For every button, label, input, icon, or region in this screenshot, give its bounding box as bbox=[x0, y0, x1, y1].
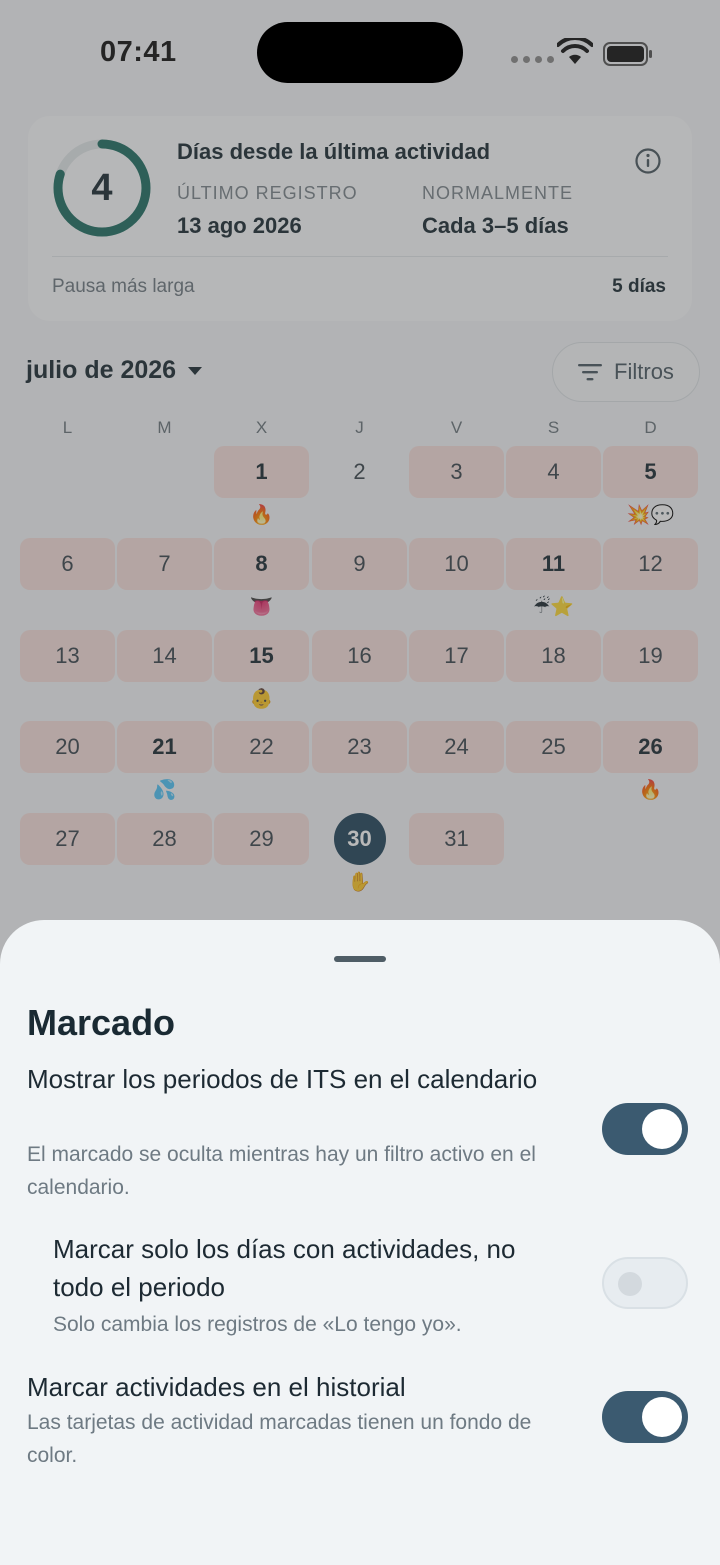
option-description-mark-history-activities: Las tarjetas de actividad marcadas tiene… bbox=[27, 1411, 532, 1467]
dynamic-island bbox=[257, 22, 463, 83]
toggle-knob bbox=[618, 1272, 642, 1296]
option-description-show-its-periods: El marcado se oculta mientras hay un fil… bbox=[27, 1143, 536, 1199]
option-title-mark-activity-days-only: Marcar solo los días con actividades, no… bbox=[53, 1234, 516, 1302]
mark-history-activities-toggle[interactable] bbox=[602, 1391, 688, 1443]
mark-activity-days-only-toggle[interactable] bbox=[602, 1257, 688, 1309]
show-its-periods-toggle[interactable] bbox=[602, 1103, 688, 1155]
option-title-show-its-periods: Mostrar los periodos de ITS en el calend… bbox=[27, 1064, 538, 1094]
option-title-mark-history-activities: Marcar actividades en el historial bbox=[27, 1372, 406, 1402]
toggle-knob bbox=[642, 1109, 682, 1149]
sheet-grabber[interactable] bbox=[334, 956, 386, 962]
option-description-mark-activity-days-only: Solo cambia los registros de «Lo tengo y… bbox=[53, 1313, 462, 1336]
app-screen: 07:41 4 Días desde la última actividad Ú… bbox=[0, 0, 720, 1565]
marking-bottom-sheet: Marcado Mostrar los periodos de ITS en e… bbox=[0, 920, 720, 1565]
toggle-knob bbox=[642, 1397, 682, 1437]
sheet-title: Marcado bbox=[27, 1002, 176, 1043]
